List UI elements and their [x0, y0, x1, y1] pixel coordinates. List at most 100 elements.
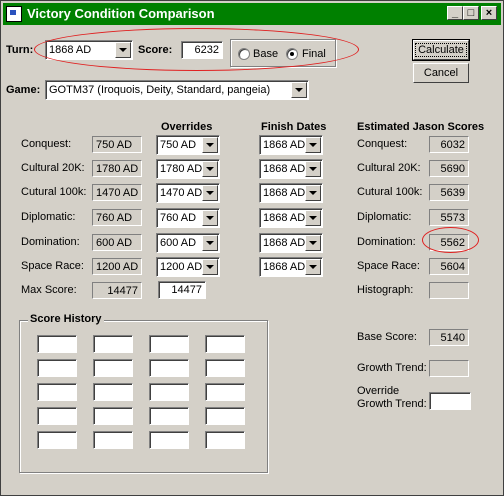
window-title: Victory Condition Comparison: [27, 6, 215, 21]
condition-label: Cultural 20K:: [21, 162, 85, 174]
override-value: 600 AD: [160, 237, 197, 249]
history-cell[interactable]: [149, 383, 189, 401]
finish-date-value: 1868 AD: [263, 139, 306, 151]
history-cell[interactable]: [93, 431, 133, 449]
history-cell[interactable]: [93, 407, 133, 425]
close-button[interactable]: ×: [481, 6, 497, 20]
turn-dropdown[interactable]: 1868 AD: [45, 40, 133, 60]
chevron-down-icon[interactable]: [305, 185, 321, 201]
estimated-score: 5690: [429, 160, 469, 177]
history-cell[interactable]: [37, 407, 77, 425]
estimated-score: 6032: [429, 136, 469, 153]
finish-date-dropdown[interactable]: 1868 AD: [259, 159, 323, 179]
chevron-down-icon[interactable]: [202, 210, 218, 226]
estimated-label: Conquest:: [357, 138, 408, 150]
override-value: 1200 AD: [160, 261, 203, 273]
history-cell[interactable]: [93, 383, 133, 401]
finish-dates-header: Finish Dates: [261, 121, 327, 133]
override-value: 1780 AD: [160, 163, 203, 175]
finish-date-dropdown[interactable]: 1868 AD: [259, 135, 323, 155]
final-radio-label[interactable]: Final: [302, 48, 326, 60]
condition-label: Space Race:: [21, 260, 84, 272]
title-bar[interactable]: Victory Condition Comparison _ □ ×: [3, 3, 501, 25]
chevron-down-icon[interactable]: [202, 185, 218, 201]
estimated-label: Diplomatic:: [357, 211, 412, 223]
history-cell[interactable]: [37, 335, 77, 353]
calculate-button[interactable]: Calculate: [412, 39, 470, 61]
history-cell[interactable]: [205, 407, 245, 425]
finish-date-dropdown[interactable]: 1868 AD: [259, 183, 323, 203]
history-cell[interactable]: [205, 335, 245, 353]
finish-date-value: 1868 AD: [263, 163, 306, 175]
override-dropdown[interactable]: 760 AD: [156, 208, 220, 228]
max-score-value: 14477: [92, 282, 142, 299]
chevron-down-icon[interactable]: [291, 82, 307, 98]
estimated-label: Cutural 100k:: [357, 186, 423, 198]
chevron-down-icon[interactable]: [115, 42, 131, 58]
history-cell[interactable]: [37, 431, 77, 449]
max-score-override-input[interactable]: 14477: [158, 281, 206, 299]
base-radio-label[interactable]: Base: [253, 48, 278, 60]
override-dropdown[interactable]: 1780 AD: [156, 159, 220, 179]
chevron-down-icon[interactable]: [202, 161, 218, 177]
history-cell[interactable]: [149, 407, 189, 425]
growth-trend-value: [429, 360, 469, 377]
history-cell[interactable]: [93, 359, 133, 377]
cancel-button[interactable]: Cancel: [413, 63, 469, 83]
history-cell[interactable]: [205, 383, 245, 401]
chevron-down-icon[interactable]: [305, 235, 321, 251]
game-dropdown[interactable]: GOTM37 (Iroquois, Deity, Standard, pange…: [45, 80, 309, 100]
override-dropdown[interactable]: 1470 AD: [156, 183, 220, 203]
calculate-button-label: Calculate: [415, 43, 467, 57]
game-value: GOTM37 (Iroquois, Deity, Standard, pange…: [49, 84, 271, 96]
chevron-down-icon[interactable]: [305, 137, 321, 153]
score-history-title: Score History: [28, 313, 104, 325]
estimated-score: 5573: [429, 209, 469, 226]
score-input[interactable]: 6232: [181, 41, 223, 59]
chevron-down-icon[interactable]: [305, 161, 321, 177]
finish-date-value: 1868 AD: [263, 187, 306, 199]
history-cell[interactable]: [37, 383, 77, 401]
estimated-score: 5639: [429, 184, 469, 201]
base-score-value: 5140: [429, 329, 469, 346]
history-cell[interactable]: [205, 431, 245, 449]
maximize-button[interactable]: □: [463, 6, 479, 20]
override-dropdown[interactable]: 750 AD: [156, 135, 220, 155]
override-dropdown[interactable]: 1200 AD: [156, 257, 220, 277]
condition-label: Conquest:: [21, 138, 72, 150]
chevron-down-icon[interactable]: [202, 235, 218, 251]
override-value: 750 AD: [160, 139, 197, 151]
game-label: Game:: [6, 84, 41, 96]
condition-date: 760 AD: [92, 209, 142, 226]
estimated-score: 5604: [429, 258, 469, 275]
max-score-label: Max Score:: [21, 284, 77, 296]
histograph-label: Histograph:: [357, 284, 414, 296]
chevron-down-icon[interactable]: [202, 137, 218, 153]
minimize-button[interactable]: _: [447, 6, 463, 20]
history-cell[interactable]: [37, 359, 77, 377]
history-cell[interactable]: [149, 335, 189, 353]
final-radio[interactable]: [286, 48, 298, 60]
override-dropdown[interactable]: 600 AD: [156, 233, 220, 253]
chevron-down-icon[interactable]: [305, 259, 321, 275]
estimated-score: 5562: [429, 234, 469, 251]
dialog-window: Victory Condition Comparison _ □ × Turn:…: [0, 0, 504, 496]
history-cell[interactable]: [149, 359, 189, 377]
chevron-down-icon[interactable]: [305, 210, 321, 226]
history-cell[interactable]: [205, 359, 245, 377]
base-radio[interactable]: [238, 48, 250, 60]
history-cell[interactable]: [93, 335, 133, 353]
finish-date-dropdown[interactable]: 1868 AD: [259, 257, 323, 277]
override-growth-input[interactable]: [429, 392, 471, 410]
chevron-down-icon[interactable]: [202, 259, 218, 275]
estimated-header: Estimated Jason Scores: [357, 121, 485, 133]
override-growth-label-line2: Growth Trend:: [357, 398, 427, 410]
condition-label: Diplomatic:: [21, 211, 76, 223]
finish-date-dropdown[interactable]: 1868 AD: [259, 233, 323, 253]
condition-date: 1780 AD: [92, 160, 142, 177]
estimated-label: Cultural 20K:: [357, 162, 421, 174]
finish-date-dropdown[interactable]: 1868 AD: [259, 208, 323, 228]
override-growth-label-line1: Override: [357, 385, 400, 397]
condition-date: 1470 AD: [92, 184, 142, 201]
history-cell[interactable]: [149, 431, 189, 449]
